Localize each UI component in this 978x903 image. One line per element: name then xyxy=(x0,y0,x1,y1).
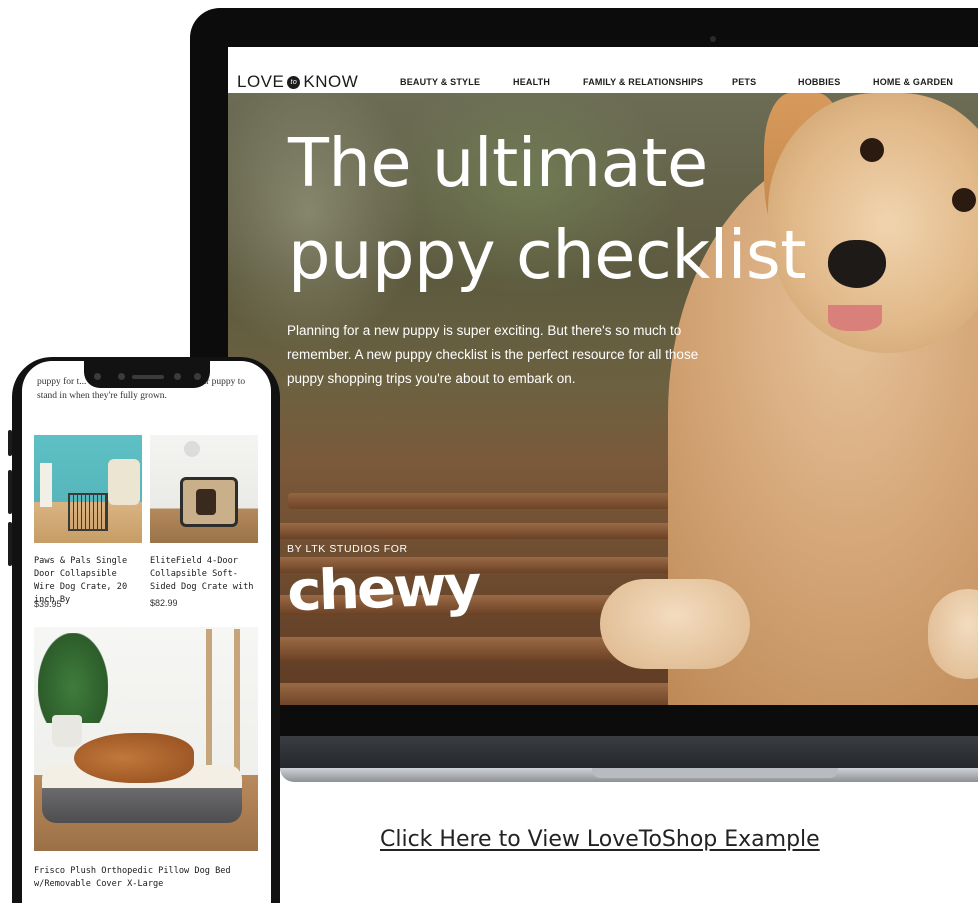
title-line-2: puppy checklist xyxy=(288,216,807,294)
page-title: The ultimate puppy checklist xyxy=(288,117,807,301)
nav-beauty-style[interactable]: BEAUTY & STYLE xyxy=(400,77,480,87)
phone-sensor xyxy=(118,373,125,380)
phone-notch xyxy=(84,360,210,388)
shelf-shape xyxy=(40,463,52,507)
hero-banner: The ultimate puppy checklist Planning fo… xyxy=(228,93,978,705)
ladder-shape xyxy=(234,629,240,779)
wall-decor-shape xyxy=(184,441,200,457)
chewy-logo[interactable]: chewy xyxy=(286,553,480,624)
view-lovetoshop-link[interactable]: Click Here to View LoveToShop Example xyxy=(380,827,820,852)
laptop-screen: LOVE to KNOW BEAUTY & STYLE HEALTH FAMIL… xyxy=(228,47,978,705)
product-image-wire-crate[interactable] xyxy=(34,435,142,543)
laptop-camera xyxy=(710,36,716,42)
puppy-nose xyxy=(828,240,886,288)
nav-home-garden[interactable]: HOME & GARDEN xyxy=(873,77,953,87)
phone-volume-button xyxy=(8,470,12,514)
dog-shape xyxy=(74,733,194,783)
nav-hobbies[interactable]: HOBBIES xyxy=(798,77,840,87)
ladder-shape xyxy=(206,629,212,779)
puppy-eye xyxy=(952,188,976,212)
nav-pets[interactable]: PETS xyxy=(732,77,756,87)
nav-health[interactable]: HEALTH xyxy=(513,77,550,87)
plant-pot-shape xyxy=(52,715,82,747)
product-title[interactable]: Frisco Plush Orthopedic Pillow Dog Bed w… xyxy=(34,865,262,891)
site-nav: LOVE to KNOW BEAUTY & STYLE HEALTH FAMIL… xyxy=(228,47,978,93)
plant-shape xyxy=(38,633,108,723)
title-line-1: The ultimate xyxy=(288,124,708,202)
phone-camera xyxy=(94,373,101,380)
product-image-dog-bed[interactable] xyxy=(34,627,258,851)
phone-volume-button xyxy=(8,522,12,566)
byline: BY LTK STUDIOS FOR xyxy=(287,543,408,555)
product-price: $82.99 xyxy=(150,598,178,608)
logo-text-right: KNOW xyxy=(303,72,359,91)
wire-crate-shape xyxy=(68,493,108,531)
logo-text-left: LOVE xyxy=(237,72,285,91)
phone-sensor xyxy=(174,373,181,380)
product-title[interactable]: EliteField 4-Door Collapsible Soft-Sided… xyxy=(150,555,260,594)
phone-camera xyxy=(194,373,201,380)
phone-side-button xyxy=(8,430,12,456)
product-price: $39.95 xyxy=(34,599,62,609)
phone-screen: puppy for t... ...at will be big enough … xyxy=(22,361,271,903)
phone-speaker xyxy=(132,375,164,379)
crate-door-shape xyxy=(196,489,216,515)
lovetoknow-logo[interactable]: LOVE to KNOW xyxy=(237,72,358,92)
laptop-base xyxy=(280,736,978,770)
puppy-tongue xyxy=(828,305,882,331)
armchair-shape xyxy=(108,459,140,505)
laptop-open-notch xyxy=(592,768,838,778)
logo-badge: to xyxy=(287,75,301,89)
nav-family-relationships[interactable]: FAMILY & RELATIONSHIPS xyxy=(583,77,703,87)
product-image-soft-crate[interactable] xyxy=(150,435,258,543)
intro-paragraph: Planning for a new puppy is super exciti… xyxy=(287,323,699,386)
puppy-paw xyxy=(600,579,750,669)
puppy-eye xyxy=(860,138,884,162)
